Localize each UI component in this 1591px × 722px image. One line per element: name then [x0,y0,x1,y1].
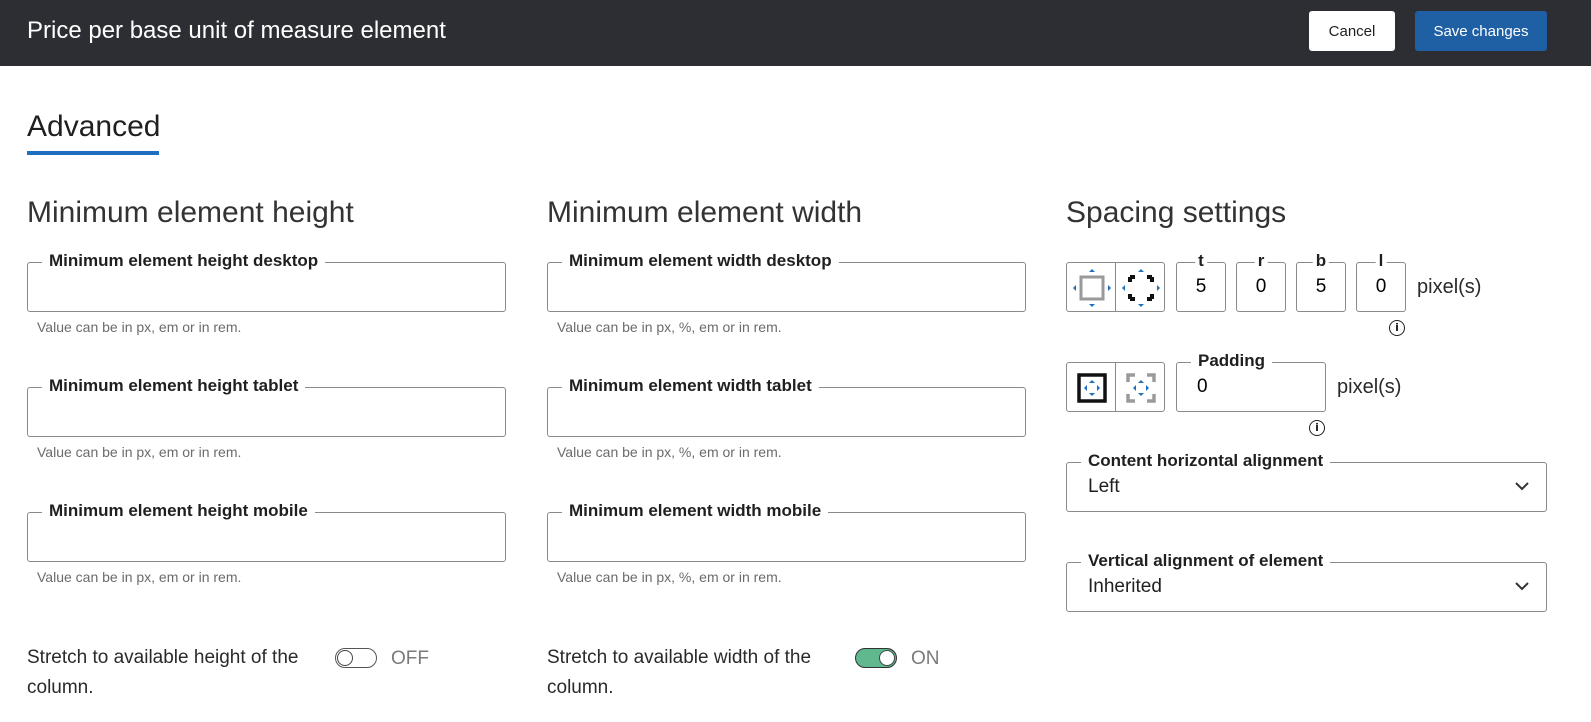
margin-unit-label: pixel(s) [1417,276,1482,298]
field-hint: Value can be in px, em or in rem. [37,444,242,460]
min-width-desktop-input[interactable] [548,263,1025,311]
min-height-tablet-field[interactable]: Minimum element height tablet [27,376,506,437]
field-hint: Value can be in px, %, em or in rem. [557,319,782,335]
margin-bottom-field[interactable]: b [1296,251,1346,312]
padding-unit-label: pixel(s) [1337,376,1402,398]
field-hint: Value can be in px, %, em or in rem. [557,569,782,585]
content-horizontal-alignment-select[interactable]: Content horizontal alignment Left [1066,451,1547,512]
field-hint: Value can be in px, em or in rem. [37,319,242,335]
margin-top-field[interactable]: t [1176,251,1226,312]
margin-all-sides-icon[interactable] [1066,262,1116,312]
info-icon[interactable]: i [1309,420,1325,436]
chevron-down-icon [1515,582,1529,591]
min-width-tablet-input[interactable] [548,388,1025,436]
min-height-mobile-input[interactable] [28,513,505,561]
padding-field[interactable]: Padding [1176,351,1326,412]
stretch-height-toggle[interactable] [335,648,377,668]
min-width-mobile-input[interactable] [548,513,1025,561]
margin-left-input[interactable] [1357,263,1405,311]
select-value: Left [1088,476,1120,497]
margin-bottom-input[interactable] [1297,263,1345,311]
padding-individual-sides-icon[interactable] [1115,362,1165,412]
stretch-height-label: Stretch to available height of the colum… [27,647,299,698]
select-value: Inherited [1088,576,1162,597]
height-section-title: Minimum element height [27,196,354,229]
select-label: Content horizontal alignment [1081,451,1331,471]
page-title: Price per base unit of measure element [27,17,446,44]
stretch-width-label: Stretch to available width of the column… [547,647,812,698]
spacing-section-title: Spacing settings [1066,196,1287,229]
min-width-mobile-field[interactable]: Minimum element width mobile [547,501,1026,562]
chevron-down-icon [1515,482,1529,491]
select-label: Vertical alignment of element [1081,551,1331,571]
field-hint: Value can be in px, em or in rem. [37,569,242,585]
field-hint: Value can be in px, %, em or in rem. [557,444,782,460]
padding-input[interactable] [1177,363,1325,411]
tab-active-indicator [27,151,159,155]
top-bar: Price per base unit of measure element C… [0,0,1591,66]
vertical-alignment-select[interactable]: Vertical alignment of element Inherited [1066,551,1547,612]
min-height-mobile-field[interactable]: Minimum element height mobile [27,501,506,562]
margin-top-input[interactable] [1177,263,1225,311]
padding-all-sides-icon[interactable] [1066,362,1116,412]
tab-advanced[interactable]: Advanced [27,110,160,144]
min-width-desktop-field[interactable]: Minimum element width desktop [547,251,1026,312]
margin-right-field[interactable]: r [1236,251,1286,312]
min-width-tablet-field[interactable]: Minimum element width tablet [547,376,1026,437]
min-height-desktop-field[interactable]: Minimum element height desktop [27,251,506,312]
toggle-knob [879,650,895,666]
stretch-width-toggle[interactable] [855,648,897,668]
stretch-height-state: OFF [391,648,429,669]
min-height-desktop-input[interactable] [28,263,505,311]
save-changes-button[interactable]: Save changes [1415,11,1547,51]
toggle-knob [337,650,353,666]
stretch-width-state: ON [911,648,940,669]
width-section-title: Minimum element width [547,196,863,229]
margin-right-input[interactable] [1237,263,1285,311]
margin-individual-sides-icon[interactable] [1115,262,1165,312]
info-icon[interactable]: i [1389,320,1405,336]
cancel-button[interactable]: Cancel [1309,11,1395,51]
min-height-tablet-input[interactable] [28,388,505,436]
margin-left-field[interactable]: l [1356,251,1406,312]
